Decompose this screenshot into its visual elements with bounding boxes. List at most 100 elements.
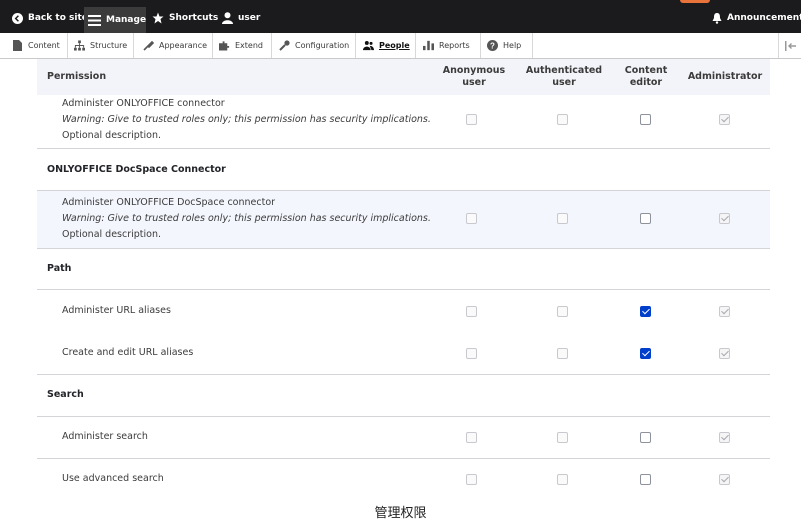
authenticated-checkbox[interactable] — [557, 432, 568, 443]
content-editor-checkbox[interactable] — [640, 474, 651, 485]
tab-reports[interactable]: Reports — [416, 33, 481, 58]
admin-toolbar: Back to site Manage Shortcuts user Annou… — [0, 0, 801, 33]
table-header: Permission Anonymous user Authenticated … — [37, 59, 770, 95]
tab-structure[interactable]: Structure — [68, 33, 134, 58]
permission-desc: Optional description. — [62, 130, 162, 141]
star-icon — [152, 12, 164, 24]
svg-text:?: ? — [490, 42, 495, 51]
user-tab[interactable]: user — [222, 7, 260, 29]
header-authenticated-line2: user — [552, 77, 576, 88]
header-content-editor: Content editor — [616, 65, 676, 89]
tab-label: Configuration — [295, 41, 350, 50]
tab-label: Appearance — [159, 41, 208, 50]
chart-icon — [423, 40, 434, 51]
file-icon — [12, 40, 23, 51]
header-editor-line2: editor — [629, 77, 663, 88]
authenticated-checkbox[interactable] — [557, 306, 568, 317]
header-anonymous: Anonymous user — [439, 65, 509, 89]
content-editor-checkbox[interactable] — [640, 432, 651, 443]
back-to-site-label: Back to site — [28, 13, 88, 23]
permission-name: Use advanced search — [62, 473, 164, 484]
tab-help[interactable]: ? Help — [481, 33, 533, 58]
header-authenticated-line1: Authenticated — [525, 65, 603, 76]
permission-group-row: ONLYOFFICE DocSpace Connector — [37, 149, 770, 191]
user-icon — [222, 12, 233, 24]
header-permission: Permission — [47, 71, 107, 82]
image-caption: 管理权限 — [374, 506, 427, 521]
user-label: user — [238, 13, 261, 23]
permission-name: Administer URL aliases — [62, 305, 171, 316]
tab-appearance[interactable]: Appearance — [134, 33, 213, 58]
back-arrow-icon — [12, 12, 23, 24]
anonymous-checkbox[interactable] — [466, 474, 477, 485]
permission-row: Use advanced search — [37, 459, 770, 501]
tab-extend[interactable]: Extend — [213, 33, 272, 58]
tab-label: Content — [28, 41, 60, 50]
anonymous-checkbox[interactable] — [466, 213, 477, 224]
puzzle-icon — [219, 40, 230, 51]
group-title: ONLYOFFICE DocSpace Connector — [47, 164, 226, 175]
header-anonymous-line2: user — [462, 77, 486, 88]
group-title: Path — [47, 263, 72, 274]
bell-icon — [712, 12, 722, 24]
tray-orientation-toggle[interactable] — [778, 33, 801, 58]
administrator-checkbox — [719, 432, 730, 443]
administrator-checkbox — [719, 213, 730, 224]
shortcuts-tab[interactable]: Shortcuts — [152, 7, 218, 29]
manage-label: Manage — [106, 15, 147, 25]
header-administrator: Administrator — [687, 71, 763, 82]
authenticated-checkbox[interactable] — [557, 114, 568, 125]
administrator-checkbox — [719, 114, 730, 125]
announcements-label: Announcements — [727, 13, 801, 23]
anonymous-checkbox[interactable] — [466, 348, 477, 359]
people-icon — [363, 40, 374, 51]
permission-name: Administer ONLYOFFICE DocSpace connector — [62, 197, 276, 208]
permission-warning: Warning: Give to trusted roles only; thi… — [62, 213, 431, 224]
shortcuts-label: Shortcuts — [169, 13, 219, 23]
tab-label: People — [379, 41, 410, 50]
announcements-tab[interactable]: Announcements — [712, 7, 801, 29]
permission-description: Administer ONLYOFFICE connector Warning:… — [62, 96, 431, 144]
group-title: Search — [47, 389, 84, 400]
collapse-icon — [784, 36, 797, 55]
permission-row: Administer ONLYOFFICE connector Warning:… — [37, 95, 770, 149]
content-editor-checkbox[interactable] — [640, 348, 651, 359]
content-editor-checkbox[interactable] — [640, 114, 651, 125]
tab-label: Help — [503, 41, 522, 50]
wrench-icon — [279, 40, 290, 51]
authenticated-checkbox[interactable] — [557, 348, 568, 359]
manage-tab[interactable]: Manage — [84, 7, 146, 33]
admin-tray: Content Structure Appearance Extend Conf… — [0, 33, 801, 59]
permission-name: Create and edit URL aliases — [62, 347, 194, 358]
toolbar-accent-strip — [680, 0, 710, 3]
permission-group-row: Path — [37, 249, 770, 290]
content-editor-checkbox[interactable] — [640, 306, 651, 317]
tab-label: Structure — [90, 41, 128, 50]
authenticated-checkbox[interactable] — [557, 474, 568, 485]
anonymous-checkbox[interactable] — [466, 306, 477, 317]
tab-configuration[interactable]: Configuration — [272, 33, 356, 58]
sitemap-icon — [74, 40, 85, 51]
tab-content[interactable]: Content — [0, 33, 68, 58]
hamburger-icon — [88, 14, 101, 26]
permission-row: Administer search — [37, 417, 770, 459]
tab-label: Extend — [235, 41, 263, 50]
help-icon: ? — [487, 40, 498, 51]
anonymous-checkbox[interactable] — [466, 114, 477, 125]
content-editor-checkbox[interactable] — [640, 213, 651, 224]
header-authenticated: Authenticated user — [524, 65, 604, 89]
tab-people[interactable]: People — [356, 33, 416, 58]
tab-label: Reports — [439, 41, 470, 50]
back-to-site-link[interactable]: Back to site — [12, 7, 88, 29]
permission-description: Administer ONLYOFFICE DocSpace connector… — [62, 195, 431, 243]
anonymous-checkbox[interactable] — [466, 432, 477, 443]
administrator-checkbox — [719, 348, 730, 359]
permission-row: Administer ONLYOFFICE DocSpace connector… — [37, 191, 770, 249]
permission-row: Create and edit URL aliases — [37, 333, 770, 375]
permission-group-row: Search — [37, 375, 770, 417]
permission-warning: Warning: Give to trusted roles only; thi… — [62, 114, 431, 125]
authenticated-checkbox[interactable] — [557, 213, 568, 224]
header-anonymous-line1: Anonymous — [442, 65, 506, 76]
administrator-checkbox — [719, 306, 730, 317]
header-editor-line1: Content — [624, 65, 668, 76]
